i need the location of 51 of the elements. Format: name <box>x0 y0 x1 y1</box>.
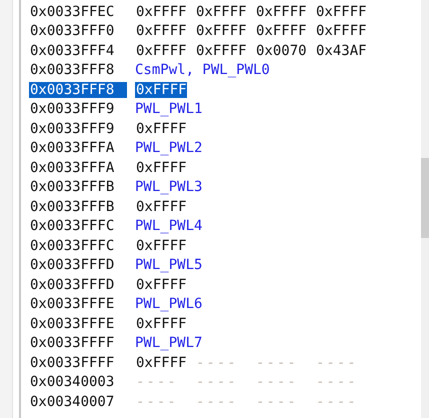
memory-value[interactable]: 0x43AF <box>315 42 367 59</box>
symbol-label: PWL_PWL2 <box>135 140 202 156</box>
address[interactable]: 0x00340007 <box>29 394 127 410</box>
symbol-label: PWL_PWL5 <box>135 257 202 274</box>
symbol-label: PWL_PWL3 <box>135 179 202 196</box>
symbol-label: PWL_PWL6 <box>135 296 202 312</box>
address[interactable]: 0x0033FFF4 <box>29 42 127 59</box>
address[interactable]: 0x0033FFFC <box>29 218 127 234</box>
address[interactable]: 0x0033FFFE <box>29 296 127 312</box>
memory-value[interactable]: 0x0070 <box>255 42 307 59</box>
memory-value[interactable]: 0xFFFF <box>135 4 187 20</box>
scrollbar[interactable] <box>421 0 429 418</box>
address[interactable]: 0x0033FFFA <box>29 140 127 156</box>
address[interactable]: 0x0033FFFB <box>29 198 127 215</box>
address[interactable]: 0x00340003 <box>29 374 127 390</box>
symbol-label: PWL_PWL1 <box>135 101 202 118</box>
memory-value[interactable]: 0xFFFF <box>135 198 187 215</box>
address[interactable]: 0x0033FFFF <box>29 354 127 371</box>
memory-value[interactable]: 0xFFFF <box>315 4 367 20</box>
memory-value[interactable]: 0xFFFF <box>135 354 187 371</box>
address[interactable]: 0x0033FFF8 <box>29 82 127 98</box>
address[interactable]: 0x0033FFFA <box>29 160 127 176</box>
memory-value[interactable]: 0xFFFF <box>195 23 247 40</box>
address[interactable]: 0x0033FFF0 <box>29 23 127 40</box>
memory-value[interactable]: 0xFFFF <box>135 82 187 98</box>
symbol-label: PWL_PWL7 <box>135 335 202 352</box>
address[interactable]: 0x0033FFFD <box>29 257 127 274</box>
address[interactable]: 0x0033FFF9 <box>29 120 127 137</box>
memory-value[interactable]: 0xFFFF <box>315 23 367 40</box>
address[interactable]: 0x0033FFFF <box>29 335 127 352</box>
symbol-label: CsmPwl, PWL_PWL0 <box>135 62 270 78</box>
memory-value[interactable]: 0xFFFF <box>195 42 247 59</box>
memory-value[interactable]: 0xFFFF <box>135 120 187 137</box>
memory-value[interactable]: 0xFFFF <box>255 23 307 40</box>
memory-value[interactable]: 0xFFFF <box>135 316 187 332</box>
address[interactable]: 0x0033FFF9 <box>29 101 127 118</box>
memory-value[interactable]: 0xFFFF <box>195 4 247 20</box>
memory-value[interactable]: 0xFFFF <box>135 23 187 40</box>
memory-value[interactable]: 0xFFFF <box>135 42 187 59</box>
memory-value[interactable]: 0xFFFF <box>255 4 307 20</box>
memory-value[interactable]: 0xFFFF <box>135 160 187 176</box>
address[interactable]: 0x0033FFFD <box>29 276 127 293</box>
address[interactable]: 0x0033FFEC <box>29 4 127 20</box>
address[interactable]: 0x0033FFFB <box>29 179 127 196</box>
memory-value[interactable]: 0xFFFF <box>135 276 187 293</box>
address[interactable]: 0x0033FFFC <box>29 238 127 254</box>
memory-value[interactable]: 0xFFFF <box>135 238 187 254</box>
symbol-label: PWL_PWL4 <box>135 218 202 234</box>
address[interactable]: 0x0033FFF8 <box>29 62 127 78</box>
scrollbar-thumb[interactable] <box>421 158 429 238</box>
address[interactable]: 0x0033FFFE <box>29 316 127 332</box>
